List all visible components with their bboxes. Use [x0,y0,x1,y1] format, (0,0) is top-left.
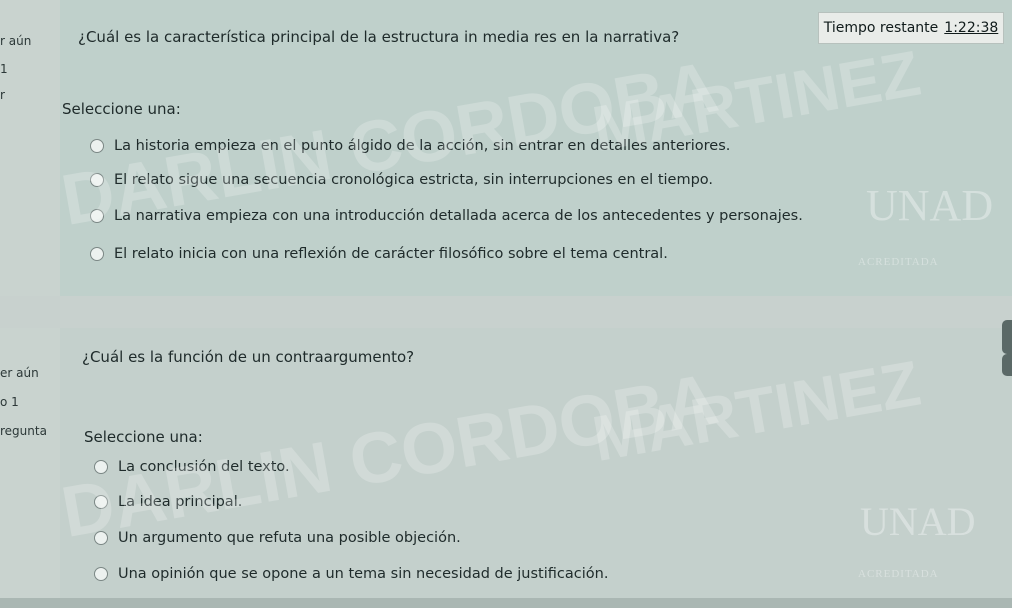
timer-value: 1:22:38 [944,20,999,36]
radio-button[interactable] [94,460,108,474]
question-1-status: r aún [0,34,32,48]
time-remaining-box: Tiempo restante 1:22:38 [818,12,1004,44]
question-1-option-b[interactable]: El relato sigue una secuencia cronológic… [90,172,713,188]
option-label: La narrativa empieza con una introducció… [114,208,803,224]
radio-button[interactable] [90,173,104,187]
question-1-option-a[interactable]: La historia empieza en el punto álgido d… [90,138,730,154]
question-2-number: o 1 [0,395,19,409]
option-label: Un argumento que refuta una posible obje… [118,530,461,546]
option-label: El relato inicia con una reflexión de ca… [114,246,668,262]
question-1-select-label: Seleccione una: [62,100,181,118]
option-label: La idea principal. [118,494,243,510]
question-2-option-d[interactable]: Una opinión que se opone a un tema sin n… [94,566,608,582]
radio-button[interactable] [94,495,108,509]
option-label: Una opinión que se opone a un tema sin n… [118,566,609,582]
radio-button[interactable] [90,209,104,223]
question-1-number: 1 [0,62,8,76]
option-label: La conclusión del texto. [118,459,290,475]
question-2-option-a[interactable]: La conclusión del texto. [94,459,290,475]
option-label: El relato sigue una secuencia cronológic… [114,172,714,188]
question-1-text: ¿Cuál es la característica principal de … [78,28,680,46]
side-navigation-tab-2[interactable] [1002,354,1012,376]
question-1-option-c[interactable]: La narrativa empieza con una introducció… [90,208,803,224]
question-2-flag[interactable]: regunta [0,424,47,438]
radio-button[interactable] [94,567,108,581]
bottom-edge [0,598,1012,608]
question-1-flag[interactable]: r [0,88,5,102]
timer-label: Tiempo restante [823,20,939,36]
side-navigation-tab[interactable] [1002,320,1012,354]
radio-button[interactable] [94,531,108,545]
option-label: La historia empieza en el punto álgido d… [114,138,731,154]
question-2-status: er aún [0,366,39,380]
question-divider [0,296,1012,328]
radio-button[interactable] [90,247,104,261]
radio-button[interactable] [90,139,104,153]
question-2-text: ¿Cuál es la función de un contraargument… [82,348,415,366]
question-2-select-label: Seleccione una: [84,428,203,446]
question-2-option-b[interactable]: La idea principal. [94,494,242,510]
question-2-option-c[interactable]: Un argumento que refuta una posible obje… [94,530,461,546]
question-1-option-d[interactable]: El relato inicia con una reflexión de ca… [90,246,668,262]
